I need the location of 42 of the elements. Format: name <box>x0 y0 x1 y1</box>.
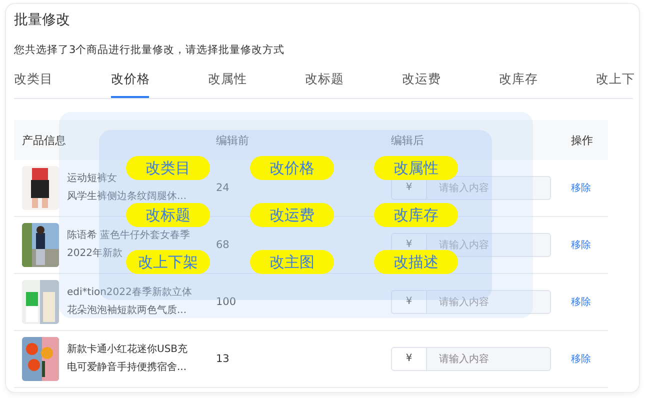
option-button[interactable]: 改运费 <box>250 203 334 227</box>
product-title: 新款卡通小红花迷你USB充 <box>67 344 188 356</box>
currency-prefix: ¥ <box>391 290 427 314</box>
remove-link[interactable]: 移除 <box>571 183 591 194</box>
option-button[interactable]: 改上下架 <box>126 250 210 274</box>
tab[interactable]: 改运费 <box>402 71 499 98</box>
product-title: 2022年新款 <box>67 248 124 260</box>
product-title: 风学生裤侧边条纹阔腿休... <box>67 191 187 203</box>
column-header: 产品信息 <box>14 120 204 160</box>
currency-prefix: ¥ <box>391 347 427 371</box>
remove-link[interactable]: 移除 <box>571 240 591 251</box>
column-header: 编辑后 <box>381 120 551 160</box>
product-title: 电可爱静音手持便携宿舍... <box>67 362 188 374</box>
product-title: 陈语希 蓝色牛仔外套女春季 <box>67 230 190 242</box>
option-button[interactable]: 改主图 <box>250 250 334 274</box>
tab[interactable]: 改类目 <box>14 71 111 98</box>
product-title: 花朵泡泡袖短款两色气质... <box>67 305 188 317</box>
description-text: 您共选择了3个商品进行批量修改，请选择批量修改方式 <box>14 43 286 57</box>
price-text: 24 <box>216 182 230 194</box>
tab[interactable]: 改属性 <box>208 71 305 98</box>
option-button[interactable]: 改描述 <box>374 250 458 274</box>
product-title: 运动短裤女 <box>67 173 118 185</box>
product-title: edi*tion2022春季新款立体 <box>67 287 192 299</box>
tab[interactable]: 改标题 <box>305 71 402 98</box>
price-text: 100 <box>216 296 236 308</box>
price-input[interactable]: 请输入内容 <box>427 290 551 314</box>
price-text: 68 <box>216 239 230 251</box>
column-header: 编辑前 <box>204 120 381 160</box>
option-button[interactable]: 改库存 <box>374 203 458 227</box>
remove-link[interactable]: 移除 <box>571 297 591 308</box>
option-button[interactable]: 改价格 <box>250 156 334 180</box>
price-input[interactable]: 请输入内容 <box>427 176 551 200</box>
remove-link[interactable]: 移除 <box>571 354 591 365</box>
price-input[interactable]: 请输入内容 <box>427 347 551 371</box>
option-button[interactable]: 改标题 <box>126 203 210 227</box>
tab[interactable]: 改库存 <box>499 71 596 98</box>
option-button[interactable]: 改属性 <box>374 156 458 180</box>
price-text: 13 <box>216 353 230 365</box>
option-button[interactable]: 改类目 <box>126 156 210 180</box>
page-title: 批量修改 <box>14 11 71 30</box>
tab[interactable]: 改上下 <box>596 71 639 98</box>
column-header: 操作 <box>551 120 608 160</box>
